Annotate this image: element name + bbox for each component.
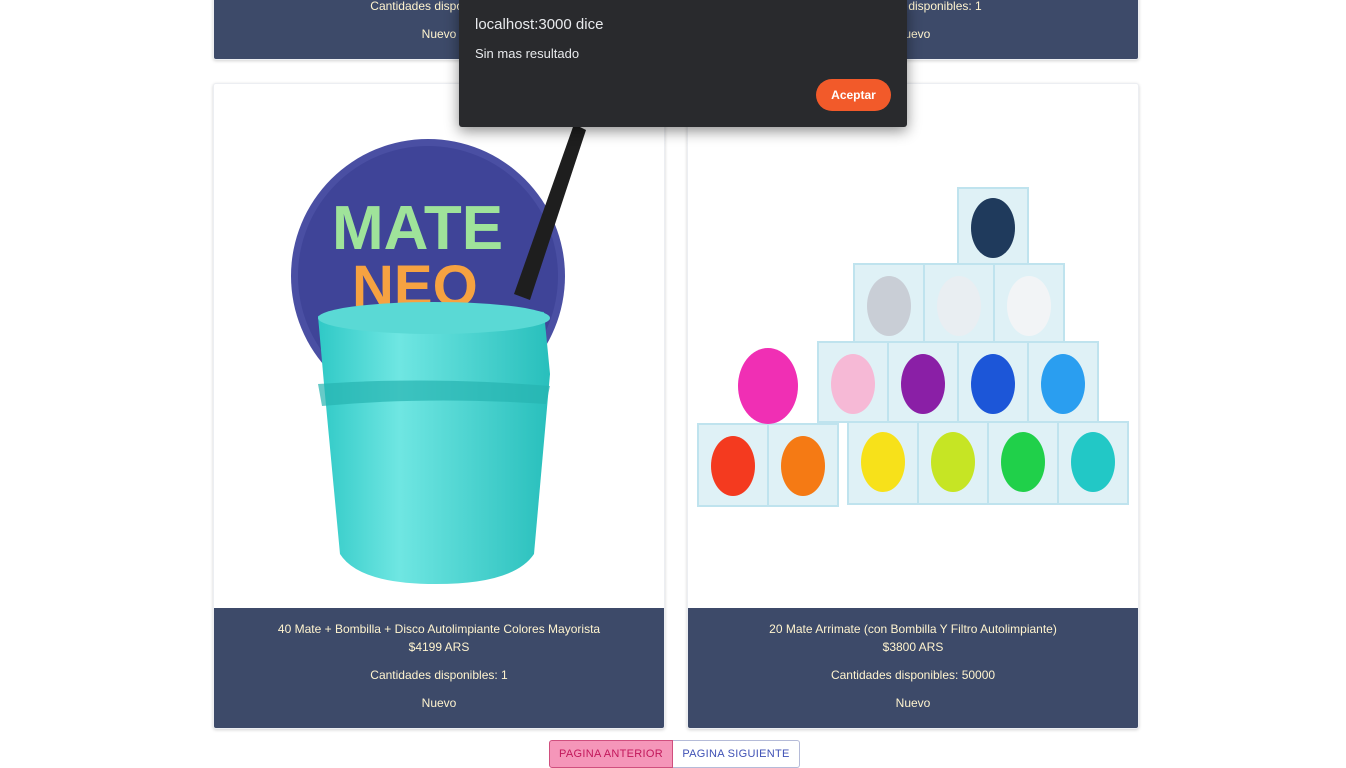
product-title[interactable]: 40 Mate + Bombilla + Disco Autolimpiante… — [214, 622, 664, 636]
product-card[interactable]: 20 Mate Arrimate (con Bombilla Y Filtro … — [687, 83, 1139, 729]
next-page-button[interactable]: PAGINA SIGUIENTE — [673, 740, 800, 768]
product-condition: Nuevo — [421, 696, 457, 710]
product-image — [688, 84, 1138, 608]
alert-message: Sin mas resultado — [475, 46, 580, 61]
product-price: $4199 ARS — [408, 640, 470, 654]
product-condition: Nuevo — [895, 696, 931, 710]
product-price: $3800 ARS — [882, 640, 944, 654]
card-info: 40 Mate + Bombilla + Disco Autolimpiante… — [214, 608, 664, 728]
product-stock: Cantidades disponibles: 1 — [370, 668, 508, 682]
disc-text-mate: MATE — [332, 194, 503, 263]
alert-dialog: localhost:3000 dice Sin mas resultado Ac… — [459, 0, 907, 127]
accept-button[interactable]: Aceptar — [816, 79, 891, 111]
product-stock: Cantidades disponibles: 50000 — [830, 668, 996, 682]
product-card[interactable]: MATE NEO 40 Mate + Bombilla + Disco Auto… — [213, 83, 665, 729]
product-image: MATE NEO — [214, 84, 664, 608]
alert-title: localhost:3000 dice — [475, 16, 604, 33]
previous-page-button[interactable]: PAGINA ANTERIOR — [549, 740, 673, 768]
product-title[interactable]: 20 Mate Arrimate (con Bombilla Y Filtro … — [688, 622, 1138, 636]
card-info: 20 Mate Arrimate (con Bombilla Y Filtro … — [688, 608, 1138, 728]
